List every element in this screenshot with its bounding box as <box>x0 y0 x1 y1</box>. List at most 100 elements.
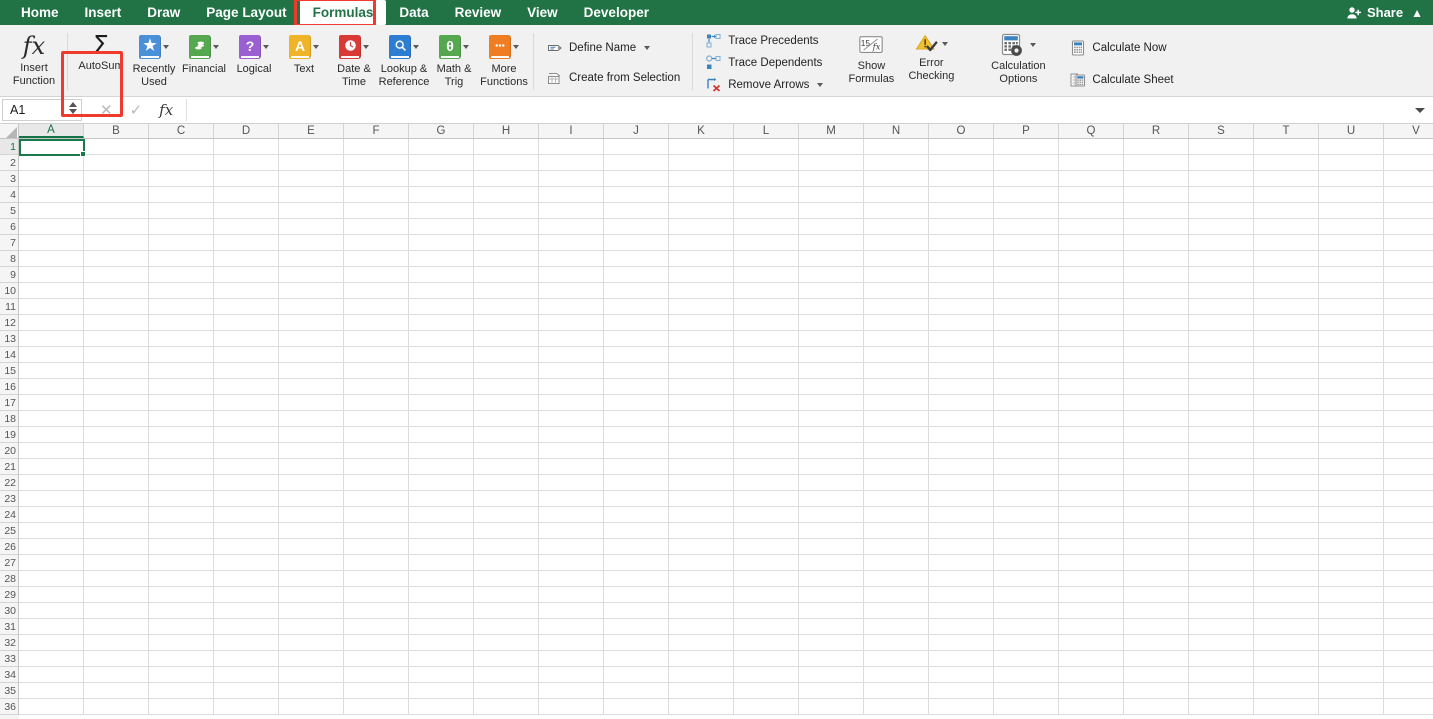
cell-F14[interactable] <box>344 347 409 363</box>
cell-Q27[interactable] <box>1059 555 1124 571</box>
cell-K33[interactable] <box>669 651 734 667</box>
cell-R7[interactable] <box>1124 235 1189 251</box>
cell-J3[interactable] <box>604 171 669 187</box>
cell-B28[interactable] <box>84 571 149 587</box>
cell-S7[interactable] <box>1189 235 1254 251</box>
cell-N14[interactable] <box>864 347 929 363</box>
cell-R1[interactable] <box>1124 139 1189 155</box>
spinner-down-icon[interactable] <box>69 109 77 114</box>
cell-D3[interactable] <box>214 171 279 187</box>
cell-K20[interactable] <box>669 443 734 459</box>
cell-P17[interactable] <box>994 395 1059 411</box>
cell-I15[interactable] <box>539 363 604 379</box>
cell-L32[interactable] <box>734 635 799 651</box>
calculate-sheet-button[interactable]: Calculate Sheet <box>1066 69 1177 90</box>
cell-A17[interactable] <box>19 395 84 411</box>
cell-Q20[interactable] <box>1059 443 1124 459</box>
cell-A1[interactable] <box>19 139 84 155</box>
cell-K6[interactable] <box>669 219 734 235</box>
cell-M22[interactable] <box>799 475 864 491</box>
cell-V16[interactable] <box>1384 379 1433 395</box>
cell-L9[interactable] <box>734 267 799 283</box>
cell-O21[interactable] <box>929 459 994 475</box>
cell-S13[interactable] <box>1189 331 1254 347</box>
row-header-16[interactable]: 16 <box>0 379 19 395</box>
row-header-15[interactable]: 15 <box>0 363 19 379</box>
cell-C5[interactable] <box>149 203 214 219</box>
cell-D32[interactable] <box>214 635 279 651</box>
cell-O14[interactable] <box>929 347 994 363</box>
cell-T18[interactable] <box>1254 411 1319 427</box>
cell-C16[interactable] <box>149 379 214 395</box>
cell-A31[interactable] <box>19 619 84 635</box>
cell-B12[interactable] <box>84 315 149 331</box>
cell-O12[interactable] <box>929 315 994 331</box>
function-library-recently-used[interactable]: ★ Recently Used <box>129 29 179 88</box>
cell-J1[interactable] <box>604 139 669 155</box>
cell-C29[interactable] <box>149 587 214 603</box>
remove-arrows-button[interactable]: Remove Arrows <box>702 75 827 95</box>
name-box[interactable]: A1 <box>2 99 82 121</box>
insert-function-button[interactable]: fx Insert Function <box>5 29 63 87</box>
column-header-Q[interactable]: Q <box>1059 124 1124 138</box>
tab-insert[interactable]: Insert <box>72 0 135 25</box>
cell-D11[interactable] <box>214 299 279 315</box>
cell-R17[interactable] <box>1124 395 1189 411</box>
row-header-31[interactable]: 31 <box>0 619 19 635</box>
cell-G14[interactable] <box>409 347 474 363</box>
cell-J29[interactable] <box>604 587 669 603</box>
cell-T26[interactable] <box>1254 539 1319 555</box>
cell-S8[interactable] <box>1189 251 1254 267</box>
cell-F19[interactable] <box>344 427 409 443</box>
cell-A27[interactable] <box>19 555 84 571</box>
cell-H27[interactable] <box>474 555 539 571</box>
cell-E33[interactable] <box>279 651 344 667</box>
cell-E34[interactable] <box>279 667 344 683</box>
cell-M34[interactable] <box>799 667 864 683</box>
cell-B21[interactable] <box>84 459 149 475</box>
cell-A3[interactable] <box>19 171 84 187</box>
cell-U25[interactable] <box>1319 523 1384 539</box>
tab-draw[interactable]: Draw <box>134 0 193 25</box>
column-header-B[interactable]: B <box>84 124 149 138</box>
cell-K31[interactable] <box>669 619 734 635</box>
cell-M30[interactable] <box>799 603 864 619</box>
cell-H21[interactable] <box>474 459 539 475</box>
cell-C34[interactable] <box>149 667 214 683</box>
cell-F15[interactable] <box>344 363 409 379</box>
cell-Q12[interactable] <box>1059 315 1124 331</box>
cell-G18[interactable] <box>409 411 474 427</box>
cell-S1[interactable] <box>1189 139 1254 155</box>
spinner-up-icon[interactable] <box>69 102 77 107</box>
cell-I19[interactable] <box>539 427 604 443</box>
cell-V25[interactable] <box>1384 523 1433 539</box>
cell-E3[interactable] <box>279 171 344 187</box>
cell-U29[interactable] <box>1319 587 1384 603</box>
cell-Q32[interactable] <box>1059 635 1124 651</box>
cell-V18[interactable] <box>1384 411 1433 427</box>
cell-V10[interactable] <box>1384 283 1433 299</box>
cell-Q36[interactable] <box>1059 699 1124 715</box>
cell-U13[interactable] <box>1319 331 1384 347</box>
chevron-down-icon[interactable] <box>363 45 369 49</box>
cell-B32[interactable] <box>84 635 149 651</box>
cell-F33[interactable] <box>344 651 409 667</box>
cell-B13[interactable] <box>84 331 149 347</box>
cell-B27[interactable] <box>84 555 149 571</box>
cell-O9[interactable] <box>929 267 994 283</box>
cell-D5[interactable] <box>214 203 279 219</box>
cell-F10[interactable] <box>344 283 409 299</box>
cell-U12[interactable] <box>1319 315 1384 331</box>
cell-N11[interactable] <box>864 299 929 315</box>
cell-L10[interactable] <box>734 283 799 299</box>
cell-D36[interactable] <box>214 699 279 715</box>
cell-U31[interactable] <box>1319 619 1384 635</box>
tab-home[interactable]: Home <box>8 0 72 25</box>
cell-J35[interactable] <box>604 683 669 699</box>
cell-I26[interactable] <box>539 539 604 555</box>
cell-J12[interactable] <box>604 315 669 331</box>
cell-E5[interactable] <box>279 203 344 219</box>
cell-Q17[interactable] <box>1059 395 1124 411</box>
chevron-down-icon[interactable] <box>163 45 169 49</box>
cell-E31[interactable] <box>279 619 344 635</box>
